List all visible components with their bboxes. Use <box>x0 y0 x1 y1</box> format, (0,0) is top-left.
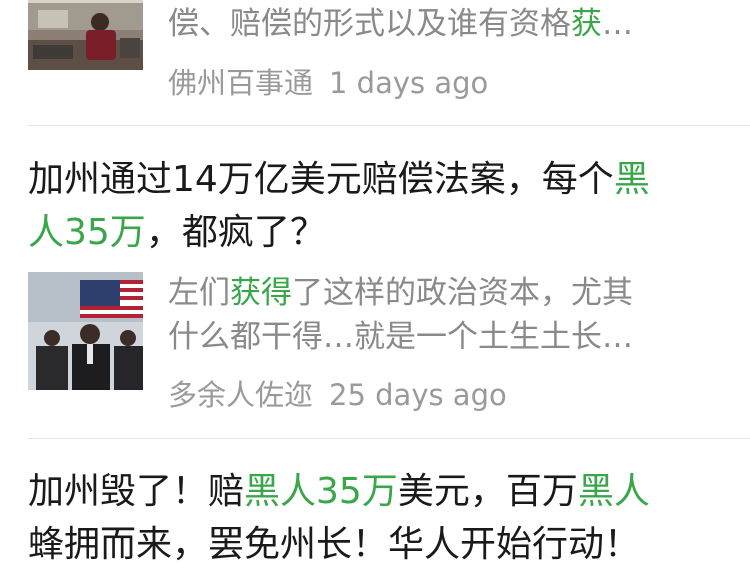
article-source[interactable]: 多余人佐迩 <box>168 378 313 412</box>
text-segment: 美元，百万 <box>397 471 578 512</box>
article-snippet: 偿、赔偿的形式以及谁有资格获… <box>168 2 633 46</box>
text-segment: 加州毁了！赔 <box>28 471 245 512</box>
article-time: 1 days ago <box>329 66 489 100</box>
keyword-highlight: 黑 <box>613 159 650 200</box>
article-source[interactable]: 佛州百事通 <box>168 66 313 100</box>
text-segment: ，都疯了？ <box>145 212 326 253</box>
article-meta: 多余人佐迩 25 days ago <box>168 372 507 414</box>
meeting-photo-image <box>28 0 143 70</box>
keyword-highlight: 获得 <box>230 275 292 311</box>
article-thumbnail[interactable] <box>28 0 143 70</box>
article-snippet: 左们获得了这样的政治资本，尤其什么都干得…就是一个土生土长… <box>168 271 633 359</box>
text-line: 左们获得了这样的政治资本，尤其 <box>168 271 633 315</box>
text-segment: … <box>602 6 633 42</box>
text-segment: 蜂拥而来，罢免州长！华人开始行动！ <box>28 524 641 565</box>
divider <box>28 125 750 126</box>
text-line: 蜂拥而来，罢免州长！华人开始行动！ <box>28 518 650 571</box>
text-line: 加州通过14万亿美元赔偿法案，每个黑 <box>28 153 650 206</box>
divider <box>28 438 750 439</box>
keyword-highlight: 人35万 <box>28 212 146 253</box>
text-line: 什么都干得…就是一个土生土长… <box>168 315 633 359</box>
protest-march-photo-image <box>28 272 143 390</box>
text-line: 加州毁了！赔黑人35万美元，百万黑人 <box>28 465 650 518</box>
keyword-highlight: 黑人35万 <box>244 471 398 512</box>
text-segment: 加州通过14万亿美元赔偿法案，每个 <box>28 159 614 200</box>
keyword-highlight: 黑人 <box>577 471 650 512</box>
text-segment: 什么都干得…就是一个土生土长… <box>168 319 633 355</box>
text-line: 人35万，都疯了？ <box>28 206 650 259</box>
keyword-highlight: 获 <box>571 6 602 42</box>
text-segment: 了这样的政治资本，尤其 <box>292 275 633 311</box>
text-segment: 偿、赔偿的形式以及谁有资格 <box>168 6 571 42</box>
article-time: 25 days ago <box>329 378 507 412</box>
article-thumbnail[interactable] <box>28 272 143 390</box>
article-title[interactable]: 加州毁了！赔黑人35万美元，百万黑人蜂拥而来，罢免州长！华人开始行动！ <box>28 465 650 571</box>
text-line: 偿、赔偿的形式以及谁有资格获… <box>168 2 633 46</box>
article-title[interactable]: 加州通过14万亿美元赔偿法案，每个黑 人35万，都疯了？ <box>28 153 650 259</box>
article-meta: 佛州百事通 1 days ago <box>168 60 488 102</box>
text-segment: 左们 <box>168 275 230 311</box>
